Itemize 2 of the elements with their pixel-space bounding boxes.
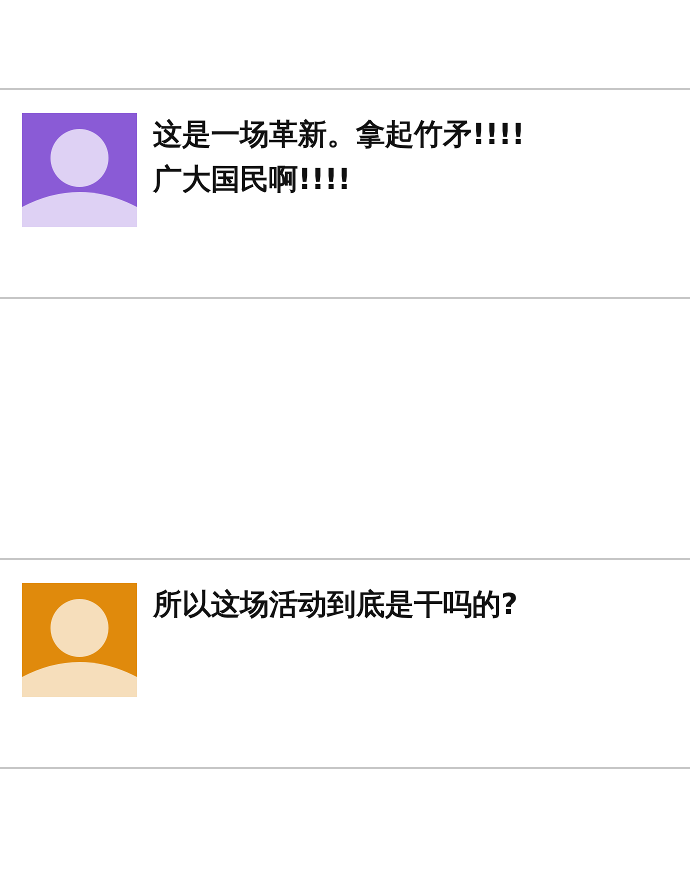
message-text: 这是一场革新。拿起竹矛!!!! 广大国民啊!!!!	[153, 116, 525, 198]
message-text: 所以这场活动到底是干吗的?	[153, 586, 518, 623]
